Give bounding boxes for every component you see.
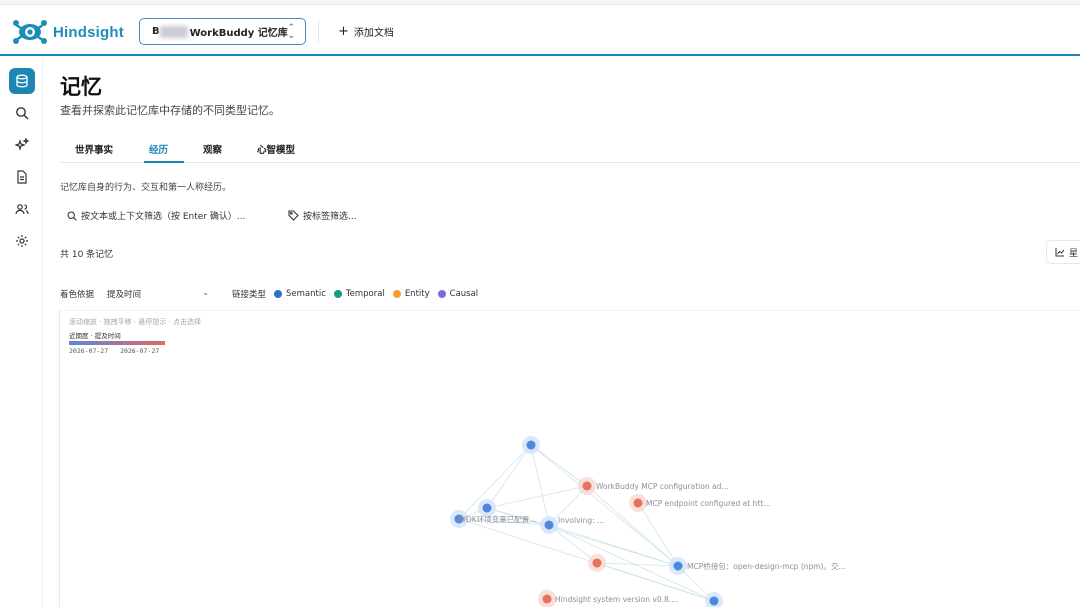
tab-world-facts[interactable]: 世界事实 [75, 142, 113, 156]
app-name: Hindsight [53, 23, 124, 41]
link-type-causal[interactable]: Causal [437, 289, 479, 299]
link-type-entity[interactable]: Entity [392, 289, 430, 299]
active-tab-indicator [144, 161, 184, 163]
graph-node-label: BYOK环境变量已配置... [457, 514, 536, 524]
color-by-label: 着色依据 [60, 290, 95, 300]
graph-edge [486, 444, 532, 509]
plus-icon: + [338, 23, 349, 39]
header-divider [318, 20, 319, 42]
graph-view-toggle-button[interactable]: 星 [1046, 240, 1080, 264]
graph-node[interactable] [633, 498, 643, 508]
memory-bank-selector[interactable]: B WorkBuddy 记忆库 ⌃ ⌄ [139, 18, 306, 45]
side-button-label: 星 [1069, 248, 1079, 259]
sidebar-item-settings[interactable] [9, 228, 35, 254]
chevron-down-icon: ⌄ [202, 288, 209, 297]
browser-strip [0, 0, 1080, 5]
sidebar [0, 58, 43, 607]
sidebar-item-search[interactable] [9, 100, 35, 126]
link-type-name: Semantic [286, 289, 326, 299]
document-icon [17, 170, 27, 184]
database-icon [16, 74, 28, 88]
sidebar-item-memory[interactable] [9, 68, 35, 94]
tab-mental-models[interactable]: 心智模型 [257, 142, 295, 156]
gear-icon [16, 235, 28, 247]
graph-edge [637, 502, 679, 567]
temporal-dot [333, 290, 342, 298]
graph-node[interactable] [673, 561, 683, 571]
memory-count: 共 10 条记忆 [60, 250, 114, 260]
bank-prefix: B [152, 26, 160, 37]
sidebar-item-documents[interactable] [9, 164, 35, 190]
bank-name: WorkBuddy 记忆库 [189, 28, 288, 39]
memory-type-tabs: 世界事实 经历 观察 心智模型 [60, 136, 1080, 163]
tag-filter-placeholder: 按标签筛选... [303, 212, 357, 222]
semantic-dot [274, 290, 283, 298]
link-type-legend: 链接类型 Semantic Temporal Entity Causal [232, 288, 478, 300]
text-filter-input[interactable]: 按文本或上下文筛选（按 Enter 确认）... [67, 209, 245, 222]
tab-experiences[interactable]: 经历 [149, 142, 168, 156]
graph-node-label: Hindsight system version v0.8.... [555, 595, 678, 604]
causal-dot [437, 290, 446, 298]
main-content: 记忆 查看并探索此记忆库中存储的不同类型记忆。 世界事实 经历 观察 心智模型 … [43, 58, 1080, 607]
chart-icon [1055, 248, 1065, 257]
link-type-name: Entity [404, 289, 430, 299]
tab-observations[interactable]: 观察 [203, 142, 222, 156]
graph-node-label: MCP桥接包：open-design-mcp (npm)。交... [687, 561, 846, 571]
text-filter-placeholder: 按文本或上下文筛选（按 Enter 确认）... [81, 212, 246, 222]
color-by-value: 提及时间 [107, 290, 142, 300]
link-type-name: Temporal [345, 289, 385, 299]
sparkles-icon [15, 138, 29, 151]
graph-node[interactable] [582, 481, 592, 491]
add-document-label: 添加文档 [353, 28, 394, 39]
link-type-semantic[interactable]: Semantic [274, 289, 326, 299]
link-type-temporal[interactable]: Temporal [333, 289, 385, 299]
sidebar-item-insights[interactable] [9, 132, 35, 158]
graph-edge [530, 444, 550, 526]
graph-edge [530, 444, 588, 487]
page-subtitle: 查看并探索此记忆库中存储的不同类型记忆。 [60, 104, 280, 117]
graph-edge [548, 524, 679, 567]
graph-node[interactable] [709, 596, 719, 606]
users-icon [15, 204, 29, 215]
chevron-up-down-icon: ⌃ ⌄ [287, 23, 295, 41]
memory-graph[interactable]: WorkBuddy MCP configuration ad... MCP end… [60, 311, 1080, 607]
page-title: 记忆 [60, 75, 102, 99]
graph-node[interactable] [592, 558, 602, 568]
memory-graph-panel[interactable]: 滚动缩放 · 拖拽平移 · 悬停提示 · 点击选择 近期度 · 提及时间 202… [59, 310, 1080, 607]
graph-node[interactable] [542, 594, 552, 604]
redacted-text [159, 25, 188, 38]
graph-node[interactable] [526, 440, 536, 450]
link-type-label: 链接类型 [232, 290, 267, 300]
search-icon [67, 210, 77, 221]
tag-icon [288, 210, 299, 221]
app-header: Hindsight B WorkBuddy 记忆库 ⌃ ⌄ + 添加文档 [0, 0, 1080, 56]
app-logo[interactable]: Hindsight [12, 18, 124, 46]
graph-node-label: MCP endpoint configured at htt... [646, 499, 770, 508]
hindsight-logo-icon [13, 20, 47, 44]
entity-dot [392, 290, 401, 298]
tab-description: 记忆库自身的行为、交互和第一人称经历。 [60, 183, 232, 193]
tag-filter-input[interactable]: 按标签筛选... [288, 209, 357, 222]
graph-edge [486, 485, 588, 509]
add-document-button[interactable]: + 添加文档 [338, 23, 394, 40]
graph-node[interactable] [482, 503, 492, 513]
graph-node[interactable] [544, 520, 554, 530]
sidebar-item-entities[interactable] [9, 196, 35, 222]
search-icon [16, 107, 29, 120]
color-by-select[interactable]: 提及时间 ⌄ [107, 288, 209, 300]
graph-node-label: Involving: ... [558, 516, 604, 525]
graph-node-label: WorkBuddy MCP configuration ad... [596, 482, 729, 491]
link-type-name: Causal [449, 289, 479, 299]
